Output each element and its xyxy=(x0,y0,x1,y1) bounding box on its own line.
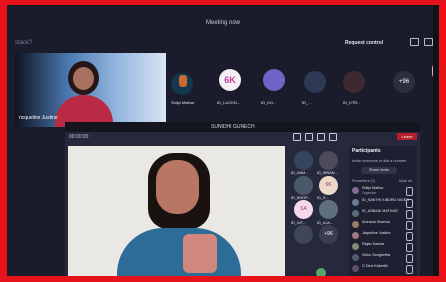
top-controls xyxy=(410,38,433,46)
avatar xyxy=(352,243,359,250)
participant-tile-6k[interactable]: 6K xyxy=(219,69,241,91)
mic-icon xyxy=(406,265,413,274)
participant-tile-dark1[interactable] xyxy=(304,71,326,93)
laptop-window-title: SUNIDHI GUNECH xyxy=(211,124,255,130)
gallery-tile-8[interactable]: +96 xyxy=(319,225,338,244)
participant-row[interactable]: Shilpi Mathur Organizer xyxy=(352,186,414,196)
leave-button[interactable]: Leave xyxy=(397,133,417,140)
avatar xyxy=(352,232,359,239)
participant-row-name: Jaqueline Justine xyxy=(362,231,391,235)
gallery-label-3: ID_BHOP... xyxy=(291,196,311,200)
participant-row-name: ID_ASBANI MATHUR xyxy=(362,209,398,213)
chat-icon[interactable] xyxy=(329,133,337,141)
mic-icon xyxy=(406,199,413,208)
participant-tile-shilpi[interactable] xyxy=(171,73,193,95)
mini-avatar xyxy=(316,268,326,276)
mute-all-button[interactable]: Mute all xyxy=(399,179,412,183)
share-invite-button[interactable]: Share invite xyxy=(361,167,397,174)
participant-row[interactable]: G Devi Kaberthi xyxy=(352,264,414,274)
mic-icon xyxy=(406,254,413,263)
mic-icon[interactable] xyxy=(305,133,313,141)
speaker-video[interactable] xyxy=(68,146,285,276)
mic-icon xyxy=(406,243,413,252)
gallery-tile-1[interactable] xyxy=(294,151,313,170)
right-edge xyxy=(433,5,439,276)
left-hint-text: stack? xyxy=(15,40,33,46)
tile-label-2: ID_LUCKN... xyxy=(217,100,241,105)
gallery-tile-7[interactable] xyxy=(294,225,313,244)
participants-title: Participants xyxy=(352,148,381,154)
laptop-timer: 00:00:00 xyxy=(69,134,89,140)
participant-row[interactable]: ID_SANTHI KIBURU NIGER xyxy=(352,198,414,208)
participants-panel: Participants Invite someone or dial a nu… xyxy=(349,146,417,276)
gallery-label-6: ID_AJA... xyxy=(317,221,334,225)
participant-row-name: Archana Sharma xyxy=(362,220,390,224)
participant-tile-purple[interactable] xyxy=(263,69,285,91)
presenters-label: Presenters (3) xyxy=(352,179,375,183)
window-title: Meeting now xyxy=(205,20,241,26)
avatar xyxy=(352,221,359,228)
main-participant-video[interactable]: ncqueline Justine xyxy=(15,53,166,127)
layout-icon[interactable] xyxy=(410,38,419,46)
participant-row-name: Rajan Sachar xyxy=(362,242,385,246)
avatar xyxy=(352,254,359,261)
tile-label-3: ID_KO... xyxy=(261,100,277,105)
gallery-label-5: ID_NIT... xyxy=(291,221,306,225)
gallery-tile-5[interactable]: SA xyxy=(294,200,313,219)
gallery-grid: 6K SA +96 ID_ANM... ID_IBRAN... ID_BHOP.… xyxy=(290,146,342,254)
participants-search[interactable]: Invite someone or dial a number xyxy=(352,159,406,163)
participant-row[interactable]: Vishu Sangeetha xyxy=(352,253,414,263)
participant-row-role: Organizer xyxy=(362,191,377,195)
participant-tiles-row: 6K +96 Shilpi Mathur ID_LUCKN... ID_KO..… xyxy=(171,63,431,105)
gallery-tile-2[interactable] xyxy=(319,151,338,170)
gallery-label-1: ID_ANM... xyxy=(291,171,309,175)
participant-row-name: Shilpi Mathur xyxy=(362,186,384,190)
mic-icon xyxy=(406,210,413,219)
gallery-label-2: ID_IBRAN... xyxy=(317,171,338,175)
avatar xyxy=(352,265,359,272)
speaker-body xyxy=(117,228,241,276)
participant-row[interactable]: Jaqueline Justine xyxy=(352,231,414,241)
mic-icon xyxy=(406,221,413,230)
participant-row-name: Vishu Sangeetha xyxy=(362,253,391,257)
tile-label-1: Shilpi Mathur xyxy=(171,100,195,105)
speaker-face xyxy=(156,160,199,214)
tile-label-4: ID_... xyxy=(302,100,312,105)
more-icon[interactable] xyxy=(424,38,433,46)
request-control-button[interactable]: Request control xyxy=(345,40,383,46)
laptop-controls xyxy=(293,133,337,141)
gallery-tile-6[interactable] xyxy=(319,200,338,219)
meeting-window: Meeting now stack? Request control ncque… xyxy=(7,5,439,276)
avatar xyxy=(352,210,359,217)
participant-row-name: ID_SANTHI KIBURU NIGER xyxy=(362,198,409,202)
participant-tile-dark2[interactable] xyxy=(343,71,365,93)
gallery-label-4: ID_S... xyxy=(317,196,329,200)
avatar xyxy=(352,187,359,194)
participant-row[interactable]: ID_ASBANI MATHUR xyxy=(352,209,414,219)
share-icon[interactable] xyxy=(317,133,325,141)
participant-row-name: G Devi Kaberthi xyxy=(362,264,389,268)
participant-row[interactable]: Rajan Sachar xyxy=(352,242,414,252)
more-participants-button[interactable]: +96 xyxy=(393,71,415,93)
mic-icon xyxy=(406,232,413,241)
person-icon xyxy=(179,75,187,87)
tile-label-5: ID_KTR... xyxy=(343,100,361,105)
laptop-screen: SUNIDHI GUNECH 00:00:00 Leave 6K SA +96 … xyxy=(65,122,420,276)
gallery-tile-3[interactable] xyxy=(294,176,313,195)
mic-icon xyxy=(406,187,413,196)
participant-row[interactable]: Archana Sharma xyxy=(352,220,414,230)
participant-face xyxy=(73,67,94,90)
camera-icon[interactable] xyxy=(293,133,301,141)
speaker-scarf xyxy=(183,234,217,273)
participant-name: ncqueline Justine xyxy=(19,115,58,121)
avatar xyxy=(352,199,359,206)
gallery-tile-4[interactable]: 6K xyxy=(319,176,338,195)
